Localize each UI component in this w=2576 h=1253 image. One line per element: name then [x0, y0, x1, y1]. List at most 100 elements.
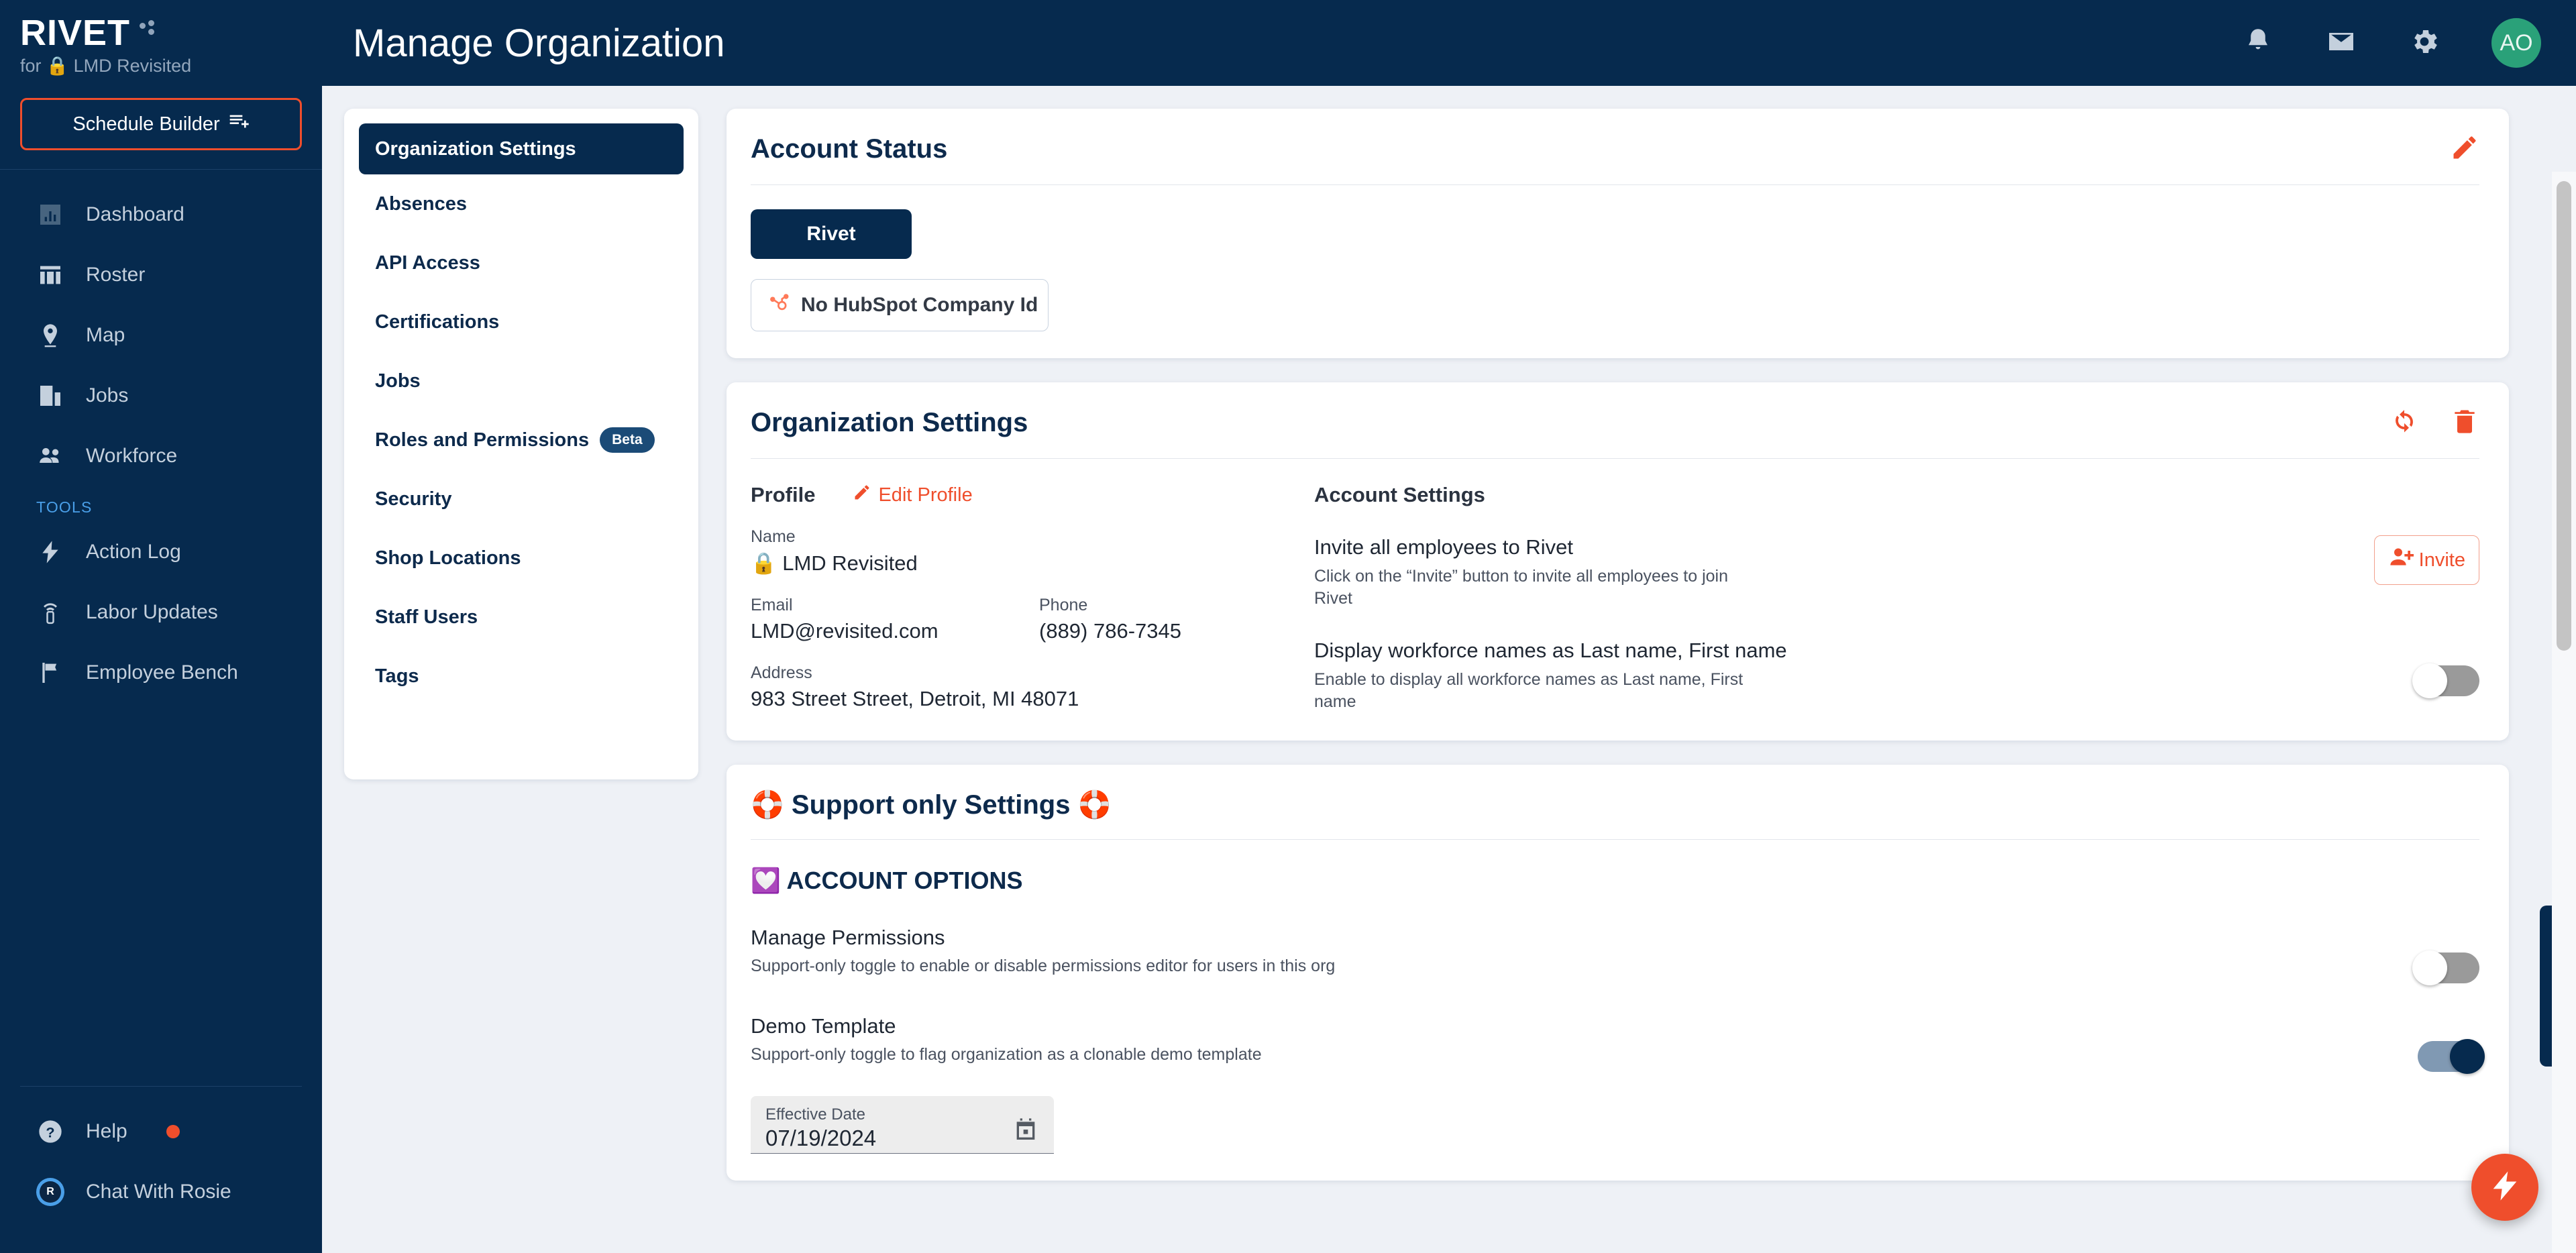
support-row-text: Manage Permissions Support-only toggle t…	[751, 926, 1335, 976]
left-sidebar: RIVET for 🔒 LMD Revisited Schedule Build…	[0, 0, 322, 1253]
avatar[interactable]: AO	[2491, 18, 2541, 68]
settings-nav-item-jobs[interactable]: Jobs	[359, 351, 684, 411]
question-circle-icon: ?	[36, 1118, 64, 1146]
field-value: LMD@revisited.com	[751, 619, 938, 643]
organization-settings-actions	[2390, 406, 2479, 439]
beta-badge: Beta	[600, 427, 655, 453]
people-icon	[36, 442, 64, 470]
support-row-demo-template: Demo Template Support-only toggle to fla…	[751, 1014, 2485, 1075]
setting-name: Demo Template	[751, 1014, 896, 1038]
settings-nav-item-staff-users[interactable]: Staff Users	[359, 588, 684, 647]
pencil-icon	[853, 483, 871, 507]
effective-date-value: 07/19/2024	[765, 1126, 877, 1151]
effective-date-text: Effective Date 07/19/2024	[765, 1105, 876, 1151]
mail-icon[interactable]	[2325, 25, 2357, 61]
help-notification-dot	[166, 1125, 180, 1138]
calendar-icon[interactable]	[1012, 1105, 1039, 1146]
manage-permissions-toggle[interactable]	[2412, 950, 2479, 986]
organization-settings-body: Profile Edit Profile Name 🔒 LMD Revisite…	[751, 459, 2479, 714]
settings-nav-item-shop-locations[interactable]: Shop Locations	[359, 529, 684, 588]
pencil-icon[interactable]	[2450, 133, 2479, 166]
setting-description: Support-only toggle to enable or disable…	[751, 957, 1336, 976]
settings-nav-item-security[interactable]: Security	[359, 470, 684, 529]
setting-name: Display workforce names as Last name, Fi…	[1314, 639, 1787, 663]
sync-icon[interactable]	[2390, 406, 2419, 439]
setting-text: Invite all employees to Rivet Click on t…	[1314, 535, 2354, 610]
app-root: RIVET for 🔒 LMD Revisited Schedule Build…	[0, 0, 2576, 1253]
svg-text:?: ?	[46, 1124, 54, 1140]
toggle-knob	[2412, 663, 2447, 699]
setting-name: Invite all employees to Rivet	[1314, 535, 1573, 559]
settings-nav-label: Shop Locations	[375, 547, 521, 569]
support-settings-title: 🛟 Support only Settings 🛟	[751, 790, 1112, 820]
demo-template-toggle[interactable]	[2418, 1039, 2485, 1075]
page-title: Manage Organization	[353, 21, 725, 65]
settings-nav-label: Staff Users	[375, 606, 478, 628]
setting-text: Display workforce names as Last name, Fi…	[1314, 639, 2398, 714]
settings-nav-item-api-access[interactable]: API Access	[359, 233, 684, 292]
sidebar-item-chat-with-rosie[interactable]: R Chat With Rosie	[0, 1162, 322, 1222]
sidebar-item-label: Roster	[86, 264, 146, 286]
sidebar-item-labor-updates[interactable]: Labor Updates	[0, 582, 322, 643]
schedule-builder-button[interactable]: Schedule Builder	[20, 98, 302, 150]
sidebar-item-help[interactable]: ? Help	[0, 1101, 322, 1162]
settings-nav-item-absences[interactable]: Absences	[359, 174, 684, 233]
top-bar: Manage Organization AO	[322, 0, 2576, 86]
sidebar-item-employee-bench[interactable]: Employee Bench	[0, 643, 322, 703]
sidebar-divider-top	[0, 169, 322, 170]
invite-button[interactable]: Invite	[2373, 535, 2479, 585]
field-value: 983 Street Street, Detroit, MI 48071	[751, 687, 1079, 710]
settings-nav-item-organization-settings[interactable]: Organization Settings	[359, 123, 684, 174]
sidebar-item-action-log[interactable]: Action Log	[0, 522, 322, 582]
quick-action-fab[interactable]	[2471, 1154, 2538, 1221]
field-value: (889) 786-7345	[1039, 619, 1181, 643]
settings-nav-item-certifications[interactable]: Certifications	[359, 292, 684, 351]
toggle-knob	[2412, 950, 2447, 986]
account-status-header: Account Status	[751, 133, 2479, 185]
table-icon	[36, 261, 64, 289]
brand-org-name: 🔒 LMD Revisited	[46, 56, 192, 76]
setting-description: Click on the “Invite” button to invite a…	[1314, 566, 1728, 608]
sidebar-divider-bottom	[20, 1086, 302, 1087]
field-label: Phone	[1039, 596, 1088, 614]
page-scrollbar[interactable]	[2552, 172, 2576, 1253]
settings-nav-label: Organization Settings	[375, 138, 576, 160]
settings-nav-card: Organization Settings Absences API Acces…	[344, 109, 698, 779]
settings-nav-item-roles-and-permissions[interactable]: Roles and Permissions Beta	[359, 411, 684, 470]
effective-date-field[interactable]: Effective Date 07/19/2024	[751, 1096, 1054, 1154]
field-label: Name	[751, 527, 796, 546]
scrollbar-thumb[interactable]	[2557, 181, 2571, 651]
plan-chip-rivet[interactable]: Rivet	[751, 209, 912, 259]
sidebar-item-label: Help	[86, 1120, 127, 1142]
hubspot-chip-label: No HubSpot Company Id	[801, 294, 1038, 316]
bolt-icon	[2487, 1168, 2522, 1207]
edit-profile-link[interactable]: Edit Profile	[853, 483, 973, 507]
sidebar-item-workforce[interactable]: Workforce	[0, 426, 322, 486]
settings-nav-item-tags[interactable]: Tags	[359, 647, 684, 706]
hubspot-company-id-chip[interactable]: No HubSpot Company Id	[751, 279, 1049, 331]
sidebar-item-dashboard[interactable]: Dashboard	[0, 184, 322, 245]
support-row-manage-permissions: Manage Permissions Support-only toggle t…	[751, 926, 2479, 986]
profile-field-address: Address 983 Street Street, Detroit, MI 4…	[751, 663, 1314, 711]
sidebar-item-jobs[interactable]: Jobs	[0, 366, 322, 426]
account-settings-heading: Account Settings	[1314, 483, 1485, 506]
gear-icon[interactable]	[2408, 25, 2440, 61]
sidebar-item-roster[interactable]: Roster	[0, 245, 322, 305]
settings-nav-label: API Access	[375, 252, 480, 274]
sidebar-item-label: Workforce	[86, 445, 178, 467]
sidebar-item-label: Labor Updates	[86, 601, 218, 623]
bell-icon[interactable]	[2242, 25, 2274, 61]
display-names-toggle[interactable]	[2412, 663, 2479, 699]
plan-chip-label: Rivet	[806, 223, 856, 245]
brand-subtitle: for 🔒 LMD Revisited	[20, 55, 322, 76]
sidebar-item-map[interactable]: Map	[0, 305, 322, 366]
body-area: Organization Settings Absences API Acces…	[322, 86, 2576, 1253]
trash-icon[interactable]	[2450, 406, 2479, 439]
brand-for-label: for	[20, 55, 42, 76]
brand-row: RIVET	[20, 15, 322, 51]
sidebar-bottom: ? Help R Chat With Rosie	[0, 1086, 322, 1253]
account-options-heading: 💟 ACCOUNT OPTIONS	[751, 867, 1023, 895]
flag-icon	[36, 659, 64, 687]
field-label: Email	[751, 596, 793, 614]
profile-field-name: Name 🔒 LMD Revisited	[751, 527, 1314, 576]
